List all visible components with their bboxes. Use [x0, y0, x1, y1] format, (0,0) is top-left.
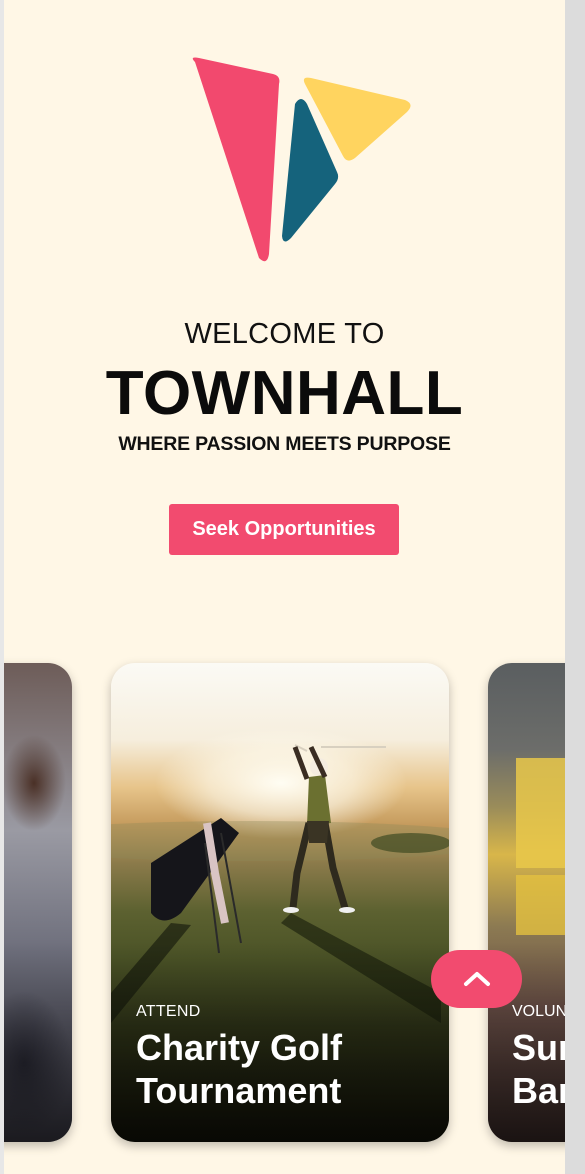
sign-image	[516, 875, 565, 935]
sign-image	[516, 758, 565, 868]
card-shade	[4, 942, 72, 1142]
card-category: ATTEND	[136, 1003, 201, 1020]
event-card-charity-golf[interactable]: ATTEND Charity Golf Tournament	[111, 663, 449, 1142]
card-title-line: Bar	[512, 1070, 565, 1111]
scrollbar-track[interactable]	[565, 0, 585, 1174]
seek-opportunities-button[interactable]: Seek Opportunities	[169, 504, 399, 555]
card-title-line: Sur	[512, 1027, 565, 1068]
townhall-logo-icon	[192, 57, 411, 262]
card-title-line: Charity Golf	[136, 1027, 343, 1068]
tagline: WHERE PASSION MEETS PURPOSE	[118, 433, 451, 455]
card-category: VOLUNT	[512, 1003, 565, 1020]
event-card-next[interactable]: VOLUNT Sur Bar	[488, 663, 565, 1142]
landing-page: WELCOME TO TOWNHALL WHERE PASSION MEETS …	[4, 0, 565, 1174]
event-card-previous[interactable]	[4, 663, 72, 1142]
card-title: Sur Bar	[512, 1026, 565, 1112]
chevron-up-icon	[463, 972, 490, 986]
scroll-to-top-button[interactable]	[431, 950, 522, 1008]
welcome-heading: WELCOME TO	[184, 318, 385, 350]
card-title-line: Tournament	[136, 1070, 342, 1111]
card-title: Charity Golf Tournament	[136, 1026, 436, 1112]
brand-title: TOWNHALL	[105, 359, 464, 428]
